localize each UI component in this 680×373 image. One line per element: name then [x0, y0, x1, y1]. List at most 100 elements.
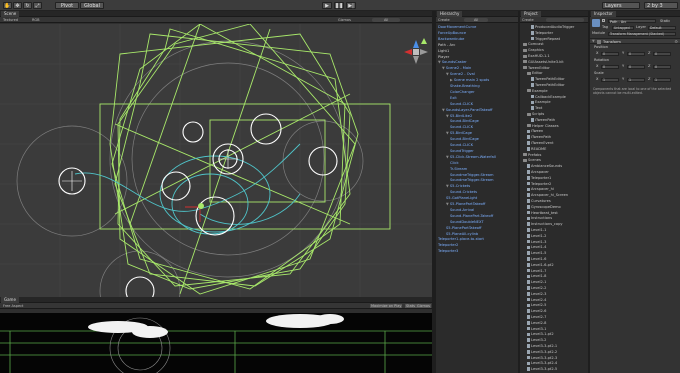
project-file[interactable]: Level1-4: [527, 245, 546, 250]
rotate-tool-button[interactable]: ↻: [23, 2, 32, 9]
render-mode-dropdown[interactable]: RGB: [32, 18, 40, 22]
project-file[interactable]: iTweenEvent: [527, 141, 554, 146]
project-file[interactable]: TweenPathEditor: [531, 77, 565, 82]
scene-search-input[interactable]: All: [372, 18, 401, 22]
project-create-button[interactable]: Create: [522, 18, 534, 22]
hierarchy-item[interactable]: S5-PlanePartTakeoff: [446, 226, 481, 231]
orientation-gizmo[interactable]: [404, 38, 428, 64]
project-file[interactable]: Text: [531, 106, 542, 111]
move-tool-button[interactable]: ✥: [13, 2, 22, 9]
name-field[interactable]: Path - Arc: [608, 19, 656, 24]
project-file[interactable]: Level2-1: [527, 280, 546, 285]
hierarchy-item[interactable]: Teleporter1-place-to-start: [438, 237, 484, 242]
hierarchy-item[interactable]: DoorMovementCurve: [438, 25, 476, 30]
project-folder[interactable]: Scenes: [523, 158, 541, 163]
hierarchy-item[interactable]: ▼ S5-BirdCage: [446, 131, 472, 136]
project-file[interactable]: Teleporter: [531, 31, 553, 36]
project-file[interactable]: TweenPathEditor: [531, 83, 565, 88]
project-file[interactable]: CallbackExample: [531, 95, 566, 100]
project-file[interactable]: Curvatures: [527, 199, 551, 204]
project-file[interactable]: Level3-3-pt2-2: [527, 350, 557, 355]
project-search-input[interactable]: [546, 18, 584, 22]
project-file[interactable]: Level1-3: [527, 240, 546, 245]
layers-dropdown[interactable]: Layers: [602, 2, 640, 9]
hierarchy-item[interactable]: Sound-PlanePart-Takeoff: [450, 214, 493, 219]
aspect-dropdown[interactable]: Free Aspect: [3, 304, 23, 308]
tab-inspector[interactable]: Inspector: [591, 11, 616, 17]
project-file[interactable]: Level2-5: [527, 303, 546, 308]
transform-header[interactable]: ▼ Transform ⚙: [590, 38, 680, 44]
project-file[interactable]: Level2-7: [527, 315, 546, 320]
project-file[interactable]: TriggerRepeat: [531, 37, 560, 42]
layout-dropdown[interactable]: 2 by 3: [644, 2, 678, 9]
hierarchy-item[interactable]: Exit: [450, 96, 457, 101]
rotation-z-field[interactable]: 0: [653, 64, 671, 69]
position-y-field[interactable]: 0: [627, 51, 645, 56]
project-file[interactable]: Level1-2: [527, 234, 546, 239]
project-file[interactable]: Level2-3: [527, 292, 546, 297]
maximize-on-play-toggle[interactable]: Maximize on Play: [370, 304, 403, 308]
project-file[interactable]: ProducedAudioTrigger: [531, 25, 574, 30]
project-file[interactable]: Level3-2: [527, 338, 546, 343]
hierarchy-item[interactable]: S5-GotPlaneLight: [446, 196, 477, 201]
project-file[interactable]: Level3-1: [527, 327, 546, 332]
hierarchy-item[interactable]: Sound-CLICK: [450, 102, 473, 107]
project-file[interactable]: iTweenPath: [527, 135, 551, 140]
project-folder[interactable]: GUIAssetsUnite3.kit: [523, 60, 564, 65]
handle-dot[interactable]: [198, 203, 204, 209]
hierarchy-item[interactable]: Sound-BirdCage: [450, 137, 479, 142]
game-viewport[interactable]: [0, 313, 432, 373]
project-file[interactable]: Level3-3-pt2-5: [527, 367, 557, 372]
project-file[interactable]: iTween: [527, 129, 543, 134]
stats-toggle[interactable]: Stats: [405, 304, 416, 308]
hierarchy-item[interactable]: SoundmeTrigger-Stream: [450, 178, 494, 183]
hierarchy-item[interactable]: Sound-Arrival: [450, 208, 474, 213]
scale-x-field[interactable]: 1: [601, 77, 619, 82]
scale-y-field[interactable]: 1: [627, 77, 645, 82]
project-file[interactable]: Example: [531, 100, 551, 105]
project-file[interactable]: Level1-5: [527, 251, 546, 256]
hierarchy-item[interactable]: ▼ SoundsLayer-PanelTakeoff: [442, 108, 493, 113]
static-toggle[interactable]: Static: [660, 19, 670, 24]
project-file[interactable]: Level1-6: [527, 257, 546, 262]
hierarchy-item[interactable]: ▼ S5-PlanePartTakeoff: [446, 202, 485, 207]
hierarchy-item[interactable]: Light1: [438, 49, 449, 54]
project-file[interactable]: Level1-6-pt2: [527, 263, 554, 268]
hierarchy-item[interactable]: ▼ S5-Crickets: [446, 184, 470, 189]
step-button[interactable]: ▶|: [346, 2, 356, 9]
project-folder[interactable]: ExaHUD-1.1: [523, 54, 550, 59]
project-file[interactable]: README: [527, 147, 546, 152]
hierarchy-item[interactable]: ▼ Scene2 - Oval: [446, 72, 475, 77]
project-folder[interactable]: Editor: [527, 71, 543, 76]
position-z-field[interactable]: 0: [653, 51, 671, 56]
hierarchy-item[interactable]: Sound-CLICK: [450, 143, 473, 148]
project-folder[interactable]: Scripts: [527, 112, 544, 117]
hierarchy-item[interactable]: S5-PlaneAll-cylinb: [446, 232, 478, 237]
shading-mode-dropdown[interactable]: Textured: [3, 18, 18, 22]
global-toggle[interactable]: Global: [80, 2, 104, 9]
hand-tool-button[interactable]: ✋: [3, 2, 12, 9]
project-file[interactable]: Level1-7: [527, 269, 546, 274]
project-file[interactable]: Level3-3-pt2-4: [527, 361, 557, 366]
project-file[interactable]: Level3-3-pt2-1: [527, 344, 557, 349]
project-file[interactable]: Level2-4: [527, 298, 546, 303]
project-file[interactable]: Arcspacer_hi_Screen: [527, 193, 568, 198]
project-file[interactable]: Level2-2: [527, 286, 546, 291]
project-file[interactable]: AmbianceSounds: [527, 164, 562, 169]
tag-dropdown[interactable]: Untagged: [612, 25, 634, 30]
hierarchy-item[interactable]: Teleporter3: [438, 249, 458, 254]
hierarchy-item[interactable]: ColorChanger: [450, 90, 475, 95]
project-file[interactable]: GyroscopeDemo: [527, 205, 561, 210]
project-folder[interactable]: Example: [527, 89, 548, 94]
project-file[interactable]: Instructions: [527, 216, 552, 221]
hierarchy-item[interactable]: ForceUpBounce: [438, 31, 466, 36]
project-folder[interactable]: Helper Classes: [527, 124, 559, 129]
project-file[interactable]: Level2-6: [527, 309, 546, 314]
hierarchy-item[interactable]: ▼ S5-BirdLike2: [446, 114, 472, 119]
hierarchy-item[interactable]: ▼ S5-Click-Stream-Waterfall: [446, 155, 496, 160]
hierarchy-item[interactable]: SoundDoubleNEXT: [450, 220, 484, 225]
hierarchy-item[interactable]: Path - Arc: [438, 43, 455, 48]
project-file[interactable]: Level3-1-pt2: [527, 332, 554, 337]
hierarchy-create-button[interactable]: Create: [438, 18, 450, 22]
hierarchy-item[interactable]: Sound-Crickets: [450, 190, 477, 195]
